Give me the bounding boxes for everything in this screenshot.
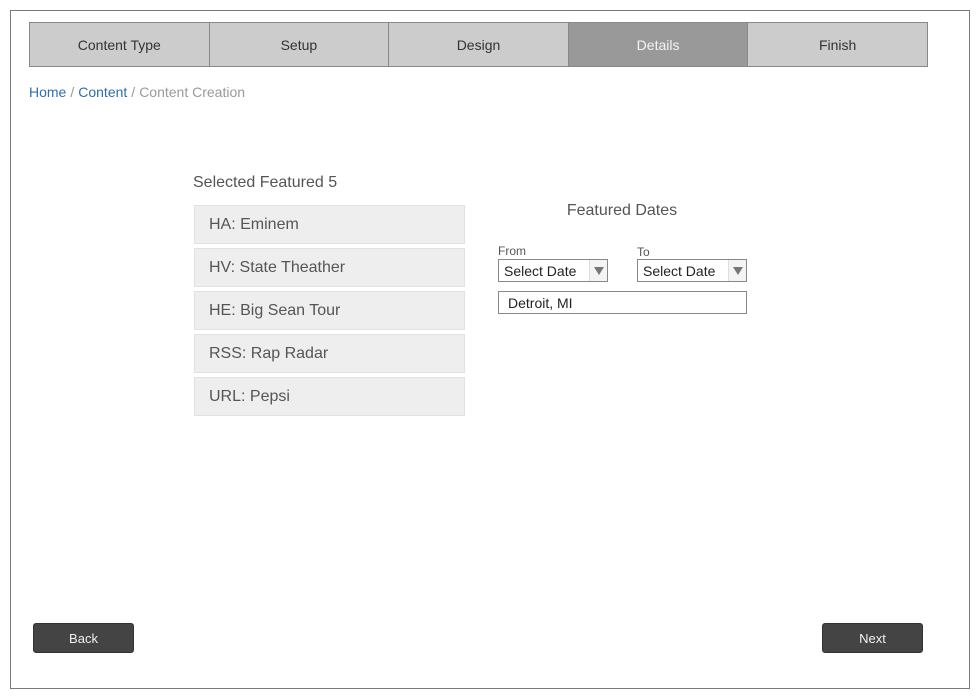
chevron-down-icon <box>589 260 607 281</box>
location-input[interactable] <box>498 291 747 314</box>
to-label: To <box>637 245 650 259</box>
breadcrumb-home-link[interactable]: Home <box>29 84 66 100</box>
breadcrumb-content-link[interactable]: Content <box>78 84 127 100</box>
step-setup[interactable]: Setup <box>209 23 390 66</box>
to-date-value: Select Date <box>643 262 716 279</box>
breadcrumb: Home / Content / Content Creation <box>29 84 245 100</box>
list-item[interactable]: HE: Big Sean Tour <box>194 291 465 330</box>
from-label: From <box>498 244 526 258</box>
app-frame <box>10 10 970 689</box>
from-date-value: Select Date <box>504 262 577 279</box>
from-date-select[interactable]: Select Date <box>498 259 608 282</box>
list-item[interactable]: HA: Eminem <box>194 205 465 244</box>
breadcrumb-separator: / <box>70 84 75 100</box>
step-content-type[interactable]: Content Type <box>30 23 210 66</box>
back-button[interactable]: Back <box>33 623 134 653</box>
selected-featured-title: Selected Featured 5 <box>193 174 338 191</box>
next-button[interactable]: Next <box>822 623 923 653</box>
list-item[interactable]: URL: Pepsi <box>194 377 465 416</box>
wizard-steps: Content Type Setup Design Details Finish <box>29 22 928 67</box>
list-item[interactable]: HV: State Theather <box>194 248 465 287</box>
selected-featured-list: HA: Eminem HV: State Theather HE: Big Se… <box>194 205 465 420</box>
breadcrumb-separator: / <box>131 84 136 100</box>
chevron-down-icon <box>728 260 746 281</box>
featured-dates-title: Featured Dates <box>566 202 678 219</box>
step-finish[interactable]: Finish <box>748 23 927 66</box>
step-details[interactable]: Details <box>568 23 749 66</box>
breadcrumb-current: Content Creation <box>139 84 246 100</box>
list-item[interactable]: RSS: Rap Radar <box>194 334 465 373</box>
to-date-select[interactable]: Select Date <box>637 259 747 282</box>
step-design[interactable]: Design <box>389 23 569 66</box>
